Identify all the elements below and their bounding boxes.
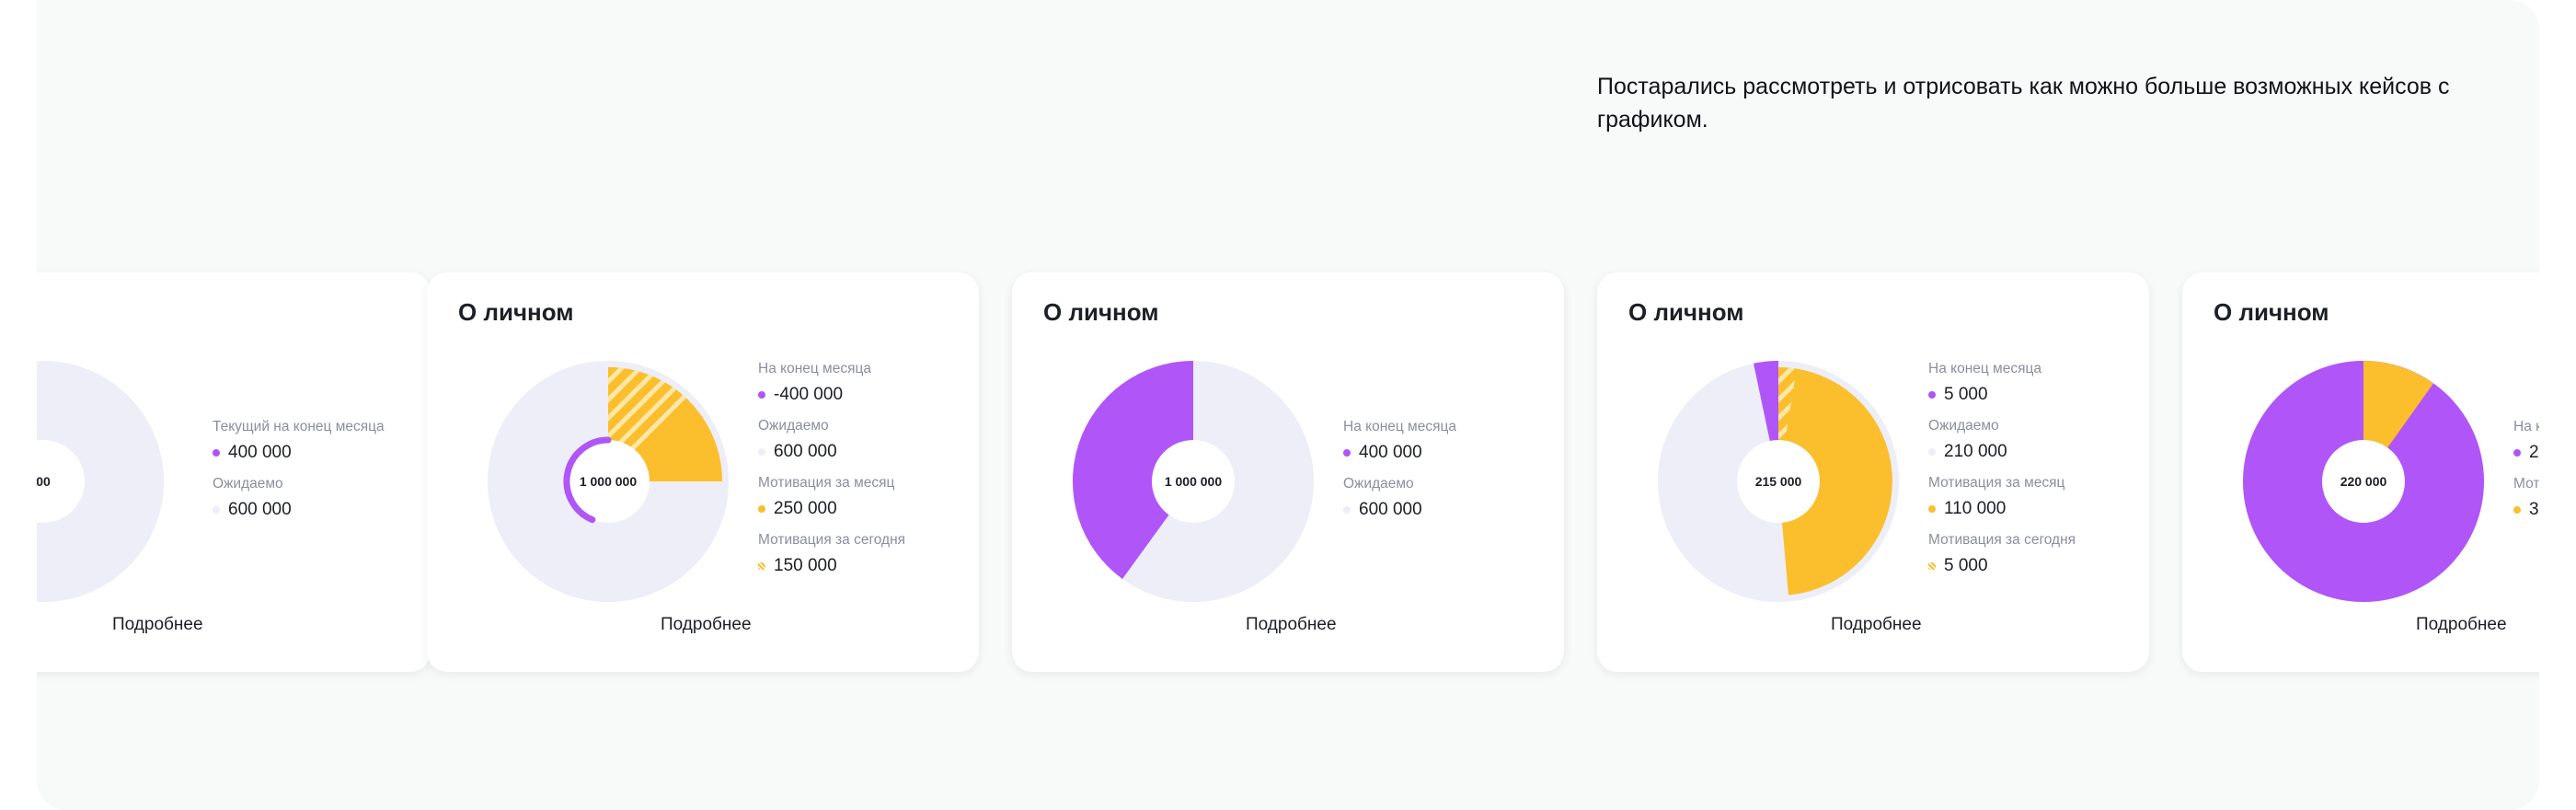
more-link[interactable]: Подробнее (1831, 615, 1922, 635)
donut-center-value: 00 (37, 474, 51, 489)
more-link[interactable]: Подробнее (2416, 615, 2507, 635)
legend-value: 110 000 (1944, 499, 2007, 518)
card-title: О личном (2214, 298, 2329, 326)
legend-dot-yellow (758, 505, 765, 513)
legend-item: Мотивация за сегодня 5 000 (1928, 531, 2076, 588)
legend-label: Ожидаемо (758, 418, 829, 434)
intro-text: Постарались рассмотреть и отрисовать как… (1597, 74, 2450, 133)
legend-label: На конец месяца (1343, 419, 1456, 434)
legend-dot-track (758, 448, 765, 456)
legend-dot-yellow (2513, 506, 2521, 514)
legend-value: 5 000 (1944, 385, 1988, 404)
legend-item: Текущий на конец месяца 400 000 (213, 418, 385, 475)
legend-label: На к (2513, 419, 2539, 434)
legend-value: 600 000 (1359, 500, 1422, 519)
legend-label: Моти (2513, 476, 2539, 492)
legend-item: Ожидаемо 210 000 (1928, 417, 2076, 474)
legend-label: Мотивация за месяц (1928, 475, 2065, 491)
legend-item: На к 2 (2513, 418, 2539, 475)
legend-dot-hatch (1928, 562, 1936, 570)
more-link[interactable]: Подробнее (112, 615, 203, 635)
legend-dot-purple (1343, 449, 1351, 457)
legend-value: 400 000 (228, 443, 292, 462)
donut-chart: 215 000 (1658, 361, 1899, 602)
legend-value: 3 (2529, 500, 2539, 519)
legend-dot-purple (1928, 391, 1936, 399)
legend-item: Мотивация за месяц 110 000 (1928, 474, 2076, 531)
legend-item: На конец месяца 400 000 (1343, 418, 1456, 475)
legend-value: 600 000 (228, 500, 292, 519)
more-link[interactable]: Подробнее (1246, 615, 1337, 635)
chart-card: О личном 1 000 000 На конец месяца 400 0… (1012, 272, 1564, 672)
donut-center-value: 1 000 000 (580, 474, 637, 489)
legend-label: Мотивация за сегодня (1928, 532, 2076, 548)
legend-dot-track (213, 506, 220, 514)
legend-dot-purple (2513, 449, 2521, 457)
legend-label: Ожидаемо (1928, 418, 1999, 434)
legend-value: 2 (2529, 443, 2539, 462)
chart-legend: На конец месяца -400 000 Ожидаемо 600 00… (758, 360, 905, 588)
legend-label: Ожидаемо (213, 476, 283, 492)
legend-label: Текущий на конец месяца (213, 419, 385, 434)
chart-legend: На конец месяца 5 000 Ожидаемо 210 000 М… (1928, 360, 2076, 588)
card-title: О личном (458, 298, 574, 326)
legend-value: 400 000 (1359, 443, 1422, 462)
legend-item: Моти 3 (2513, 475, 2539, 532)
donut-chart: 1 000 000 (488, 361, 729, 602)
legend-value: 250 000 (774, 499, 837, 518)
chart-legend: На к 2 Моти 3 (2513, 418, 2539, 532)
chart-legend: Текущий на конец месяца 400 000 Ожидаемо… (213, 418, 385, 532)
legend-label: Мотивация за сегодня (758, 532, 906, 548)
legend-value: 210 000 (1944, 442, 2007, 461)
donut-chart: 1 000 000 (1072, 361, 1314, 602)
more-link[interactable]: Подробнее (661, 615, 752, 635)
legend-value: -400 000 (774, 385, 844, 404)
legend-value: 150 000 (774, 556, 837, 575)
legend-dot-track (1928, 448, 1936, 456)
chart-card: 00 Текущий на конец месяца 400 000 Ожида… (37, 272, 431, 672)
legend-item: На конец месяца 5 000 (1928, 360, 2076, 417)
card-title: О личном (1628, 298, 1744, 326)
canvas-frame: Постарались рассмотреть и отрисовать как… (37, 0, 2539, 810)
legend-dot-yellow (1928, 505, 1936, 513)
legend-label: На конец месяца (1928, 361, 2041, 376)
legend-label: Ожидаемо (1343, 476, 1414, 492)
legend-dot-purple (213, 449, 220, 457)
chart-card: О личном 1 000 000 На конец месяца -400 … (427, 272, 979, 672)
legend-dot-hatch (758, 562, 765, 570)
legend-item: На конец месяца -400 000 (758, 360, 905, 417)
legend-item: Ожидаемо 600 000 (758, 417, 905, 474)
donut-chart: 00 (37, 361, 164, 602)
card-title: О личном (1043, 298, 1159, 326)
legend-dot-purple (758, 391, 765, 399)
donut-center-value: 215 000 (1755, 474, 1802, 489)
chart-legend: На конец месяца 400 000 Ожидаемо 600 000 (1343, 418, 1456, 532)
legend-value: 600 000 (774, 442, 837, 461)
legend-dot-track (1343, 506, 1351, 514)
legend-value: 5 000 (1944, 556, 1988, 575)
donut-center-value: 1 000 000 (1165, 474, 1222, 489)
chart-card: О личном 220 000 На к 2 Моти 3 Подробнее (2182, 272, 2539, 672)
legend-item: Ожидаемо 600 000 (1343, 475, 1456, 532)
legend-item: Ожидаемо 600 000 (213, 475, 385, 532)
donut-chart: 220 000 (2243, 361, 2484, 602)
donut-center-value: 220 000 (2340, 474, 2387, 489)
legend-label: На конец месяца (758, 361, 871, 376)
legend-label: Мотивация за месяц (758, 475, 895, 491)
chart-card: О личном 215 000 На конец месяца 5 000 О… (1597, 272, 2149, 672)
legend-item: Мотивация за месяц 250 000 (758, 474, 905, 531)
legend-item: Мотивация за сегодня 150 000 (758, 531, 905, 588)
